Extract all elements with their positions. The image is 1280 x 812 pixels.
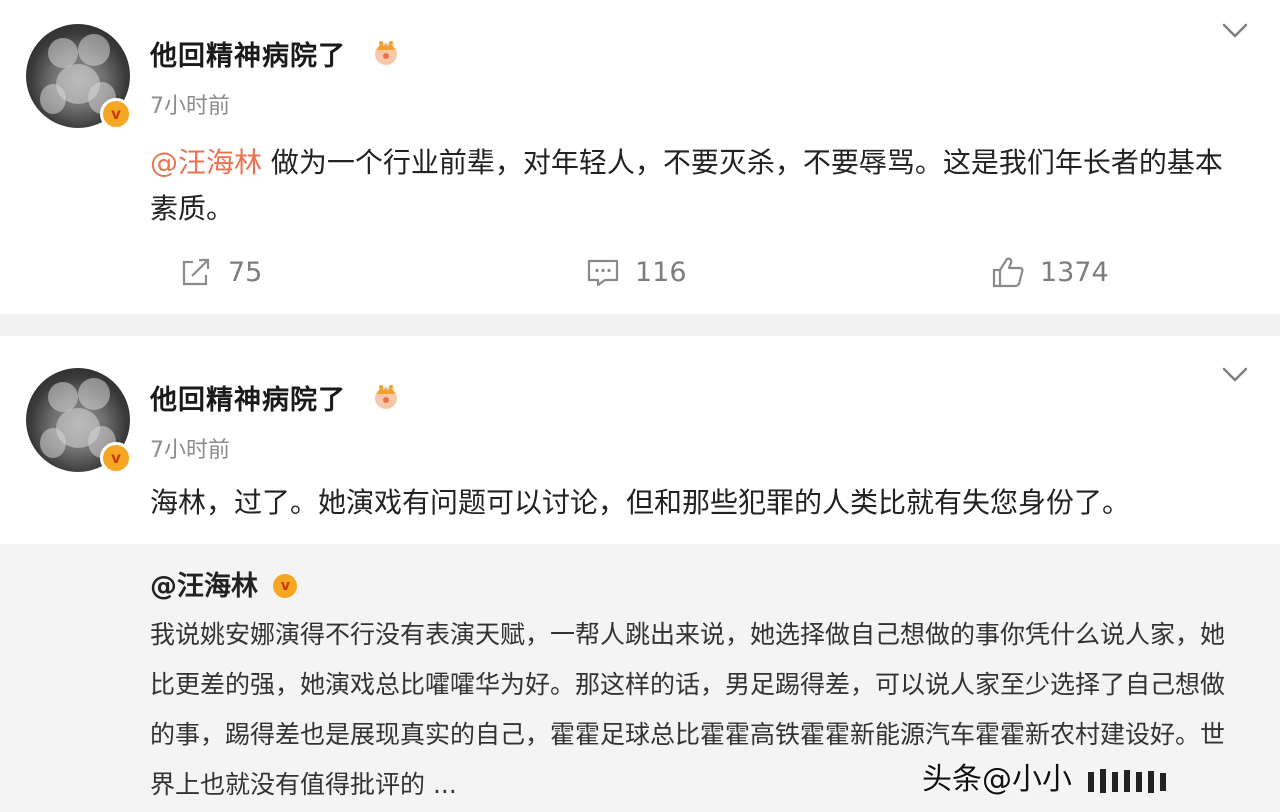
post-card: v 他回精神病院了 7小时前 海林，过了。她演戏有问题可以讨论，但和那些犯罪的人… — [0, 336, 1280, 812]
like-button[interactable]: 1374 — [990, 252, 1109, 292]
quoted-username-label: @汪海林 — [150, 571, 258, 602]
chevron-down-icon[interactable] — [1221, 22, 1249, 40]
comment-count: 116 — [635, 256, 687, 288]
comment-button[interactable]: 116 — [585, 252, 687, 292]
like-icon — [992, 257, 1024, 288]
post-body: 做为一个行业前辈，对年轻人，不要灭杀，不要辱骂。这是我们年长者的基本素质。 — [150, 146, 1223, 225]
username[interactable]: 他回精神病院了 — [150, 34, 346, 73]
like-count: 1374 — [1040, 256, 1109, 288]
post-body: 海林，过了。她演戏有问题可以讨论，但和那些犯罪的人类比就有失您身份了。 — [150, 486, 1131, 519]
mention-link[interactable]: @汪海林 — [150, 146, 262, 179]
verified-badge-icon: v — [100, 442, 132, 474]
crown-icon — [375, 41, 397, 65]
verified-badge-icon: v — [100, 98, 132, 130]
username[interactable]: 他回精神病院了 — [150, 378, 346, 417]
post-text: @汪海林 做为一个行业前辈，对年轻人，不要灭杀，不要辱骂。这是我们年长者的基本素… — [150, 140, 1250, 232]
watermark-text: 头条@小小 — [922, 762, 1072, 797]
repost-count: 75 — [228, 256, 263, 288]
post-card: v 他回精神病院了 7小时前 @汪海林 做为一个行业前辈，对年轻人，不要灭杀，不… — [0, 0, 1280, 314]
repost-icon — [182, 258, 210, 286]
divider — [0, 314, 1280, 336]
verified-badge-icon: v — [273, 573, 298, 598]
post-time: 7小时前 — [150, 438, 230, 463]
crown-icon — [375, 385, 397, 409]
quoted-username[interactable]: @汪海林 v — [150, 564, 298, 603]
comment-icon — [587, 259, 619, 287]
repost-button[interactable]: 75 — [178, 252, 262, 292]
watermark-bars-icon — [1087, 768, 1166, 793]
post-time: 7小时前 — [150, 94, 230, 119]
watermark: 头条@小小 — [922, 754, 1186, 798]
chevron-down-icon[interactable] — [1221, 366, 1249, 384]
